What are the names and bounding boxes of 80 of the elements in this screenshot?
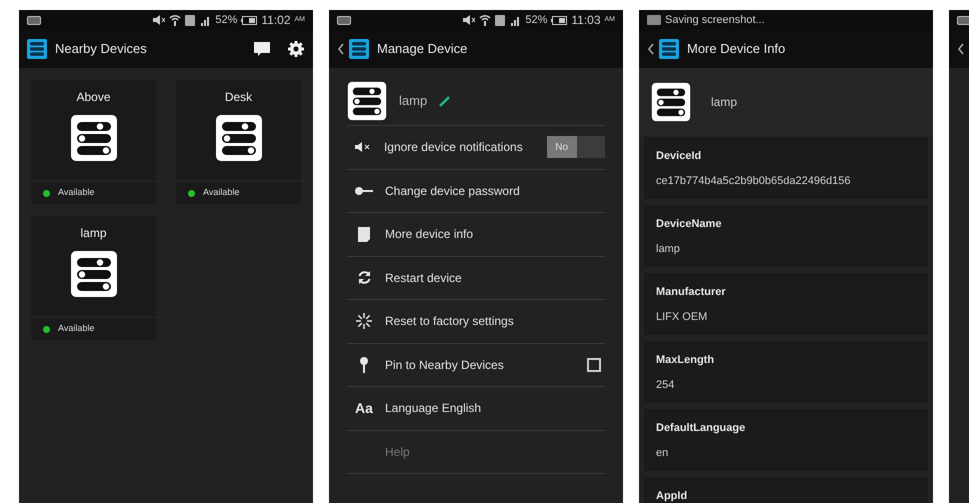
- device-name: lamp: [80, 225, 106, 242]
- back-icon[interactable]: [957, 43, 965, 55]
- back-icon[interactable]: [337, 43, 345, 55]
- refresh-icon: [356, 270, 372, 286]
- info-label: DeviceId: [656, 149, 702, 164]
- settings-icon[interactable]: [287, 40, 305, 58]
- menu-item[interactable]: Reset to factory settings: [347, 300, 605, 344]
- chat-icon[interactable]: [253, 41, 271, 57]
- menu-item-label: Restart device: [385, 270, 462, 287]
- sim-icon: [495, 14, 506, 26]
- signal-icon: [199, 14, 212, 26]
- volume-muted-icon: [463, 15, 476, 25]
- device-name: Desk: [224, 89, 252, 106]
- key-icon: [355, 186, 373, 196]
- menu-item-label: Help: [385, 444, 410, 461]
- device-name: lamp: [711, 94, 738, 111]
- notification-icon: [337, 16, 351, 24]
- info-label: Manufacturer: [656, 285, 727, 300]
- info-value: en: [656, 446, 670, 460]
- menu-item[interactable]: Help: [347, 430, 605, 474]
- pencil-icon[interactable]: [439, 94, 452, 106]
- menu-item-label: Pin to Nearby Devices: [385, 356, 504, 374]
- image-icon: [647, 15, 661, 25]
- device-icon: [651, 82, 691, 122]
- info-label: MaxLength: [656, 353, 716, 368]
- back-icon[interactable]: [647, 43, 655, 55]
- menu-item[interactable]: Restart device: [347, 256, 605, 300]
- notification-icon: [27, 16, 41, 24]
- device-status: Available: [203, 186, 240, 200]
- info-value: lamp: [656, 242, 681, 256]
- menu-item[interactable]: Pin to Nearby Devices: [347, 344, 605, 387]
- menu-item[interactable]: Ignore device notifications No: [347, 126, 605, 170]
- notification-icon: [957, 16, 969, 24]
- notification-text: Saving screenshot...: [665, 12, 765, 28]
- battery-percent: 52%: [525, 12, 548, 28]
- pin-icon: [359, 356, 369, 373]
- font-icon: Aa: [355, 401, 373, 416]
- menu-item[interactable]: More device info: [347, 213, 605, 256]
- battery-icon: [551, 16, 568, 24]
- info-label: DefaultLanguage: [656, 421, 746, 436]
- signal-icon: [509, 14, 522, 26]
- info-value: 254: [656, 378, 676, 392]
- clock-time: 11:03: [571, 12, 600, 29]
- device-icon: [347, 80, 387, 120]
- device-icon: [70, 250, 118, 298]
- checkbox[interactable]: [587, 358, 601, 372]
- info-value: ce17b774b4a5c2b9b0b65da22496d156: [656, 174, 852, 188]
- menu-item-label: Reset to factory settings: [385, 313, 514, 330]
- menu-item-label: Ignore device notifications: [384, 139, 523, 156]
- device-icon: [214, 114, 262, 162]
- device-icon: [70, 114, 118, 162]
- app-bar-title: Nearby Devices: [55, 40, 147, 58]
- info-label: AppId: [656, 489, 688, 503]
- sparkle-icon: [356, 313, 372, 330]
- device-status: Available: [58, 322, 94, 336]
- device-name: lamp: [399, 92, 428, 110]
- app-bar-title: Manage Device: [377, 40, 468, 58]
- volume-muted-icon: [153, 15, 166, 25]
- app-logo-icon: [349, 39, 369, 59]
- info-label: DeviceName: [656, 217, 722, 232]
- sim-icon: [185, 14, 196, 26]
- battery-percent: 52%: [215, 12, 238, 28]
- app-logo-icon: [659, 39, 679, 59]
- menu-item[interactable]: Aa Language English: [347, 387, 605, 430]
- wifi-icon: [169, 14, 182, 26]
- menu-item-label: More device info: [385, 226, 474, 244]
- wifi-icon: [479, 14, 492, 26]
- battery-icon: [241, 16, 258, 24]
- document-icon: [358, 226, 370, 242]
- app-logo-icon: [27, 39, 47, 59]
- info-value: LIFX OEM: [656, 310, 708, 324]
- toggle-text: No: [546, 136, 577, 158]
- app-bar-title: More Device Info: [687, 40, 786, 58]
- menu-item[interactable]: Change device password: [347, 170, 605, 213]
- menu-item-label: Change device password: [385, 182, 520, 200]
- speaker-muted-icon: [355, 142, 372, 152]
- device-status: Available: [58, 186, 94, 200]
- device-name: Above: [76, 89, 111, 106]
- clock-time: 11:02: [261, 12, 290, 29]
- menu-item-label: Language English: [385, 400, 482, 418]
